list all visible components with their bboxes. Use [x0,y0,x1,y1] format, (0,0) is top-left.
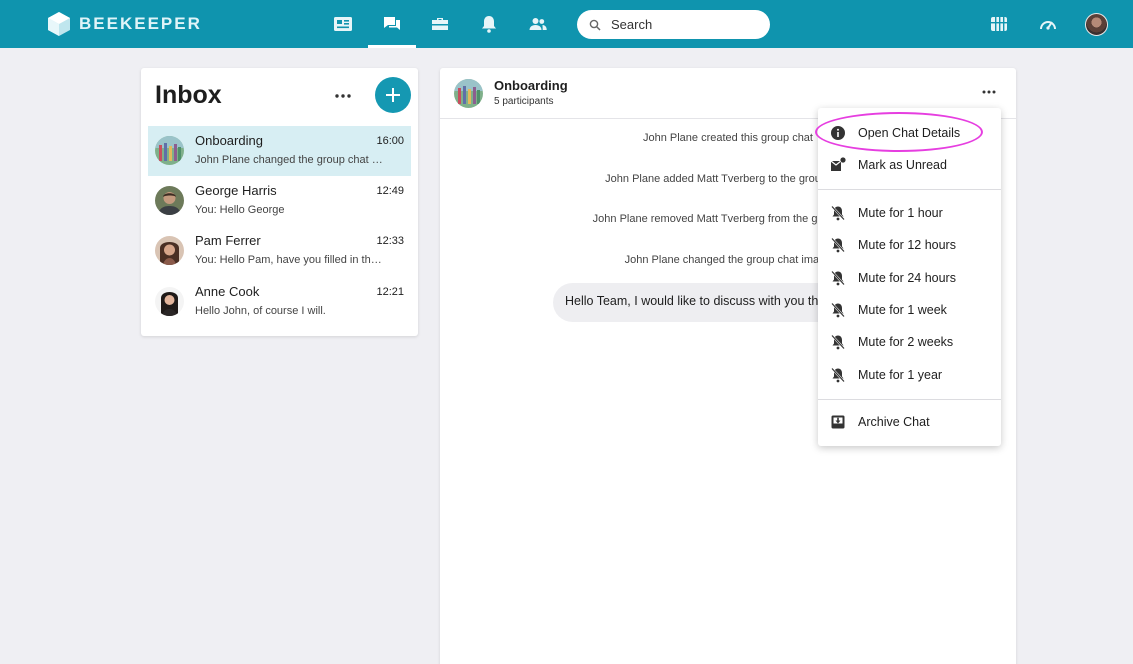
contact-avatar [155,287,184,316]
beekeeper-logo-icon [48,12,70,36]
chat-name: Onboarding [195,133,263,148]
chat-name: Anne Cook [195,284,260,299]
toolbox-icon [432,18,448,30]
bell-off-icon [830,237,846,253]
participants-count[interactable]: 5 participants [494,96,553,107]
inbox-more-button[interactable] [331,84,355,108]
menu-archive-chat[interactable]: Archive Chat [818,407,1001,437]
nav-toolbox[interactable] [416,0,464,48]
search-input[interactable] [611,17,761,32]
chat-name: George Harris [195,183,277,198]
conversation-title[interactable]: Onboarding [494,78,568,93]
more-horizontal-icon [335,94,351,98]
mail-unread-icon [830,157,846,173]
menu-item-label: Mute for 1 week [858,303,947,317]
chat-list-item[interactable]: Onboarding 16:00 John Plane changed the … [148,126,411,176]
nav-news[interactable] [319,0,367,48]
inbox-panel: Inbox Onboarding 16:00 John Plane change… [141,68,418,336]
menu-mute-option[interactable]: Mute for 1 hour [818,198,1001,228]
menu-mute-option[interactable]: Mute for 24 hours [818,263,1001,293]
plus-icon [386,88,400,102]
conversation-more-button[interactable] [977,80,1001,104]
group-avatar [155,136,184,165]
message-bubble[interactable]: Hello Team, I would like to discuss with… [553,283,843,322]
beekeeper-logo[interactable]: BEEKEEPER [48,12,202,36]
group-avatar[interactable] [454,79,483,108]
chat-preview: You: Hello Pam, have you filled in the f… [195,254,385,266]
menu-mute-option[interactable]: Mute for 12 hours [818,230,1001,260]
user-avatar[interactable] [1085,13,1108,36]
menu-divider [818,399,1001,400]
chat-list-item[interactable]: Pam Ferrer 12:33 You: Hello Pam, have yo… [148,226,411,276]
menu-item-label: Mute for 24 hours [858,271,956,285]
new-chat-button[interactable] [375,77,411,113]
chat-preview: Hello John, of course I will. [195,305,326,317]
search-icon [589,19,601,31]
chat-list-item[interactable]: George Harris 12:49 You: Hello George [148,176,411,226]
bell-off-icon [830,205,846,221]
nav-notifications[interactable] [465,0,513,48]
chat-time: 12:33 [376,235,404,247]
menu-item-label: Mute for 1 year [858,368,943,382]
chat-time: 12:49 [376,185,404,197]
info-icon [830,125,846,141]
more-horizontal-icon [982,90,996,94]
menu-item-label: Mark as Unread [858,158,947,172]
menu-mark-unread[interactable]: Mark as Unread [818,150,1001,180]
people-icon [529,18,547,30]
bell-icon [482,16,496,33]
archive-icon [830,414,846,430]
menu-mute-option[interactable]: Mute for 1 week [818,295,1001,325]
bell-off-icon [830,334,846,350]
menu-item-label: Open Chat Details [858,126,961,140]
chat-preview: John Plane changed the group chat image [195,154,385,166]
menu-open-chat-details[interactable]: Open Chat Details [818,118,1001,148]
menu-item-label: Mute for 2 weeks [858,335,954,349]
nav-dashboard[interactable] [1024,0,1072,48]
menu-item-label: Mute for 12 hours [858,238,956,252]
nav-people[interactable] [514,0,562,48]
search-bar[interactable] [577,10,770,39]
contact-avatar [155,236,184,265]
chat-list-item[interactable]: Anne Cook 12:21 Hello John, of course I … [148,277,411,327]
chat-name: Pam Ferrer [195,233,261,248]
menu-divider [818,189,1001,190]
menu-item-label: Archive Chat [858,415,930,429]
contact-avatar [155,186,184,215]
nav-chats[interactable] [368,0,416,48]
nav-streams[interactable] [975,0,1023,48]
top-navigation-bar: BEEKEEPER [0,0,1133,48]
chat-time: 12:21 [376,286,404,298]
inbox-title: Inbox [155,81,222,109]
chat-preview: You: Hello George [195,204,285,216]
chat-icon [384,17,400,30]
streams-icon [991,17,1007,31]
chat-time: 16:00 [376,135,404,147]
chat-options-menu: Open Chat Details Mark as Unread Mute fo… [818,108,1001,446]
bell-off-icon [830,270,846,286]
menu-mute-option[interactable]: Mute for 1 year [818,360,1001,390]
bell-off-icon [830,302,846,318]
bell-off-icon [830,367,846,383]
dashboard-icon [1040,21,1056,30]
news-icon [334,17,352,31]
brand-name: BEEKEEPER [79,14,202,33]
menu-mute-option[interactable]: Mute for 2 weeks [818,327,1001,357]
menu-item-label: Mute for 1 hour [858,206,943,220]
